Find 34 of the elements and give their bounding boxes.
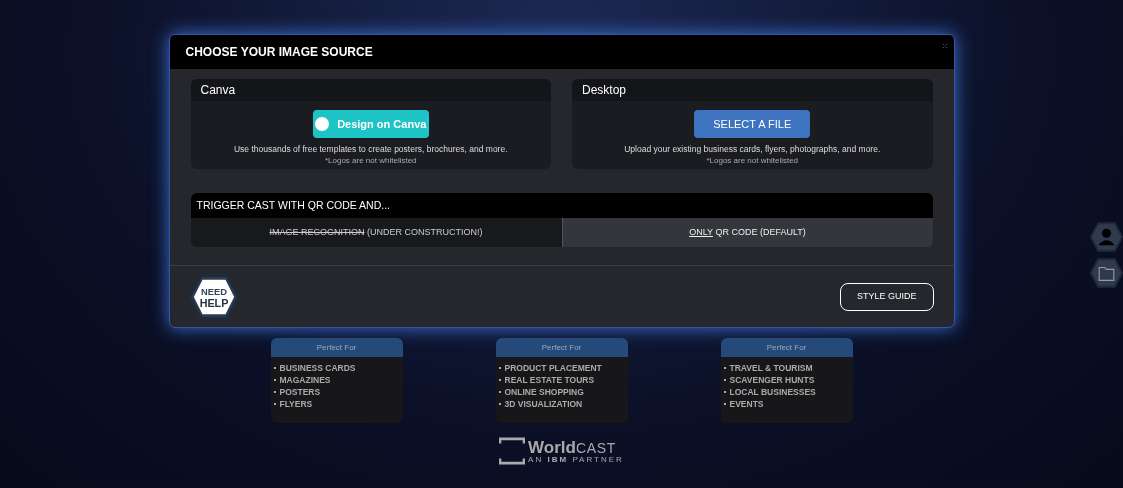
feature-item: TRAVEL & TOURISM [723, 362, 853, 374]
card-heading: Perfect For [316, 341, 357, 354]
need-help-button[interactable]: NEED HELP [187, 273, 240, 320]
worldcast-logo: WorldCAST AN IBM PARTNER [499, 437, 624, 465]
feature-item: MAGAZINES [273, 374, 403, 386]
trigger-option[interactable]: IMAGE RECOGNITION (UNDER CONSTRUCTION!) [190, 218, 562, 247]
feature-item: LOCAL BUSINESSES [723, 386, 853, 398]
card-heading: Desktop [582, 82, 627, 99]
feature-item: EVENTS [723, 398, 853, 410]
modal-title: CHOOSE YOUR IMAGE SOURCE [185, 44, 373, 61]
feature-item: PRODUCT PLACEMENT [498, 362, 628, 374]
card-description: Upload your existing business cards, flyers, photographs, and more. [624, 143, 881, 156]
folder-button[interactable] [1090, 258, 1123, 288]
card-heading: Perfect For [541, 341, 582, 354]
feature-item: SCAVENGER HUNTS [723, 374, 853, 386]
feature-item: 3D VISUALIZATION [498, 398, 628, 410]
card-heading: Perfect For [766, 341, 807, 354]
style-guide-button[interactable]: STYLE GUIDE [840, 282, 934, 311]
feature-item: BUSINESS CARDS [273, 362, 403, 374]
feature-item: ONLINE SHOPPING [498, 386, 628, 398]
card-description: Use thousands of free templates to create posters, brochures, and more. [233, 143, 508, 156]
feature-item: REAL ESTATE TOURS [498, 374, 628, 386]
collapse-icon[interactable] [941, 43, 948, 49]
feature-item: POSTERS [273, 386, 403, 398]
trigger-option[interactable]: ONLY QR CODE (DEFAULT) [561, 218, 933, 247]
card-note: *Logos are not whitelisted [324, 155, 417, 165]
profile-button[interactable] [1090, 222, 1123, 252]
feature-item: FLYERS [273, 398, 403, 410]
card-note: *Logos are not whitelisted [706, 155, 799, 165]
card-heading: Canva [200, 82, 236, 99]
canva-icon [315, 117, 330, 131]
section-heading: TRIGGER CAST WITH QR CODE AND... [196, 197, 390, 213]
select-file-button[interactable]: SELECT A FILE [694, 110, 811, 138]
bracket-icon [499, 437, 526, 465]
